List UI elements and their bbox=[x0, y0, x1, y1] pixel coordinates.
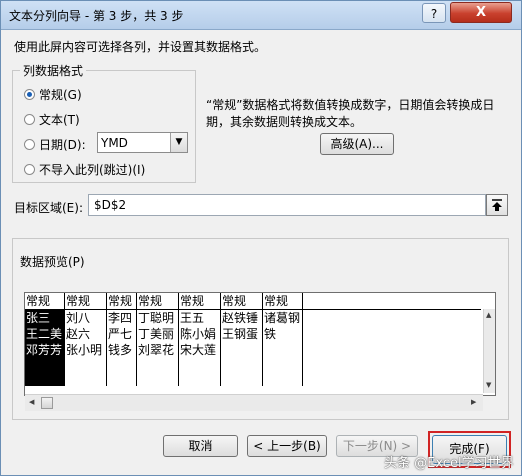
preview-cell: 王五 bbox=[180, 311, 205, 325]
destination-input[interactable]: $D$2 bbox=[88, 194, 486, 216]
preview-cell: 严七 bbox=[108, 327, 133, 341]
scroll-left-icon[interactable]: ◀ bbox=[29, 398, 34, 406]
preview-cell: 李四 bbox=[108, 311, 133, 325]
format-description: “常规”数据格式将数值转换成数字，日期值会转换成日期，其余数据则转换成文本。 bbox=[206, 98, 495, 129]
preview-column-header[interactable]: 常规 bbox=[221, 293, 263, 309]
help-button[interactable]: ? bbox=[422, 3, 446, 23]
preview-column-header[interactable]: 常规 bbox=[107, 293, 137, 309]
radio-general-indicator[interactable] bbox=[24, 89, 35, 100]
radio-skip[interactable]: 不导入此列(跳过)(I) bbox=[24, 161, 145, 178]
scroll-up-icon[interactable]: ▲ bbox=[486, 311, 491, 319]
watermark: 头条 @Excel学习世界 bbox=[384, 456, 514, 471]
destination-value: $D$2 bbox=[94, 198, 127, 212]
instruction-text: 使用此屏内容可选择各列，并设置其数据格式。 bbox=[14, 40, 267, 54]
radio-text-label[interactable]: 文本(T) bbox=[39, 111, 80, 128]
preview-cell: 赵六 bbox=[66, 327, 91, 341]
preview-cell: 诸葛钢铁 bbox=[264, 311, 301, 341]
chevron-down-icon[interactable]: ▼ bbox=[170, 133, 187, 152]
preview-column[interactable]: 赵铁锤 王钢蛋 bbox=[221, 310, 263, 386]
date-format-select[interactable]: YMD ▼ bbox=[97, 132, 188, 153]
preview-cell: 丁美丽 bbox=[138, 327, 175, 341]
radio-skip-indicator[interactable] bbox=[24, 164, 35, 175]
window-title: 文本分列向导 - 第 3 步，共 3 步 bbox=[9, 9, 184, 23]
preview-column[interactable]: 刘八 赵六 张小明 bbox=[65, 310, 107, 386]
preview-cell: 赵铁锤 bbox=[222, 311, 259, 325]
cancel-button[interactable]: 取消 bbox=[163, 435, 238, 457]
scroll-right-icon[interactable]: ▶ bbox=[471, 398, 476, 406]
collapse-dialog-button[interactable] bbox=[486, 194, 508, 216]
preview-header: 常规 常规 常规 常规 常规 常规 常规 bbox=[25, 293, 481, 310]
preview-column[interactable]: 王五 陈小娟 宋大莲 bbox=[179, 310, 221, 386]
scroll-down-icon[interactable]: ▼ bbox=[486, 381, 491, 389]
date-format-value: YMD bbox=[101, 136, 128, 150]
preview-cell bbox=[222, 342, 262, 358]
data-preview[interactable]: 常规 常规 常规 常规 常规 常规 常规 张三 王二美 邓芳芳 刘八 赵六 张小明 李四 严七 钱多 丁聪明丁… bbox=[24, 292, 496, 396]
preview-column-header[interactable]: 常规 bbox=[179, 293, 221, 309]
radio-date-indicator[interactable] bbox=[24, 139, 35, 150]
horizontal-scrollbar[interactable]: ◀ ▶ bbox=[25, 394, 483, 411]
preview-column[interactable]: 诸葛钢铁 bbox=[263, 310, 303, 386]
radio-date[interactable]: 日期(D): bbox=[24, 136, 86, 153]
preview-cell: 宋大莲 bbox=[180, 343, 217, 357]
radio-date-label[interactable]: 日期(D): bbox=[39, 136, 86, 153]
preview-cell: 刘翠花 bbox=[138, 343, 175, 357]
preview-cell: 邓芳芳 bbox=[26, 343, 63, 357]
preview-cell: 刘八 bbox=[66, 311, 91, 325]
preview-cell: 王二美 bbox=[26, 327, 63, 341]
preview-cell bbox=[264, 342, 302, 358]
horizontal-scroll-thumb[interactable] bbox=[41, 397, 53, 409]
vertical-scrollbar[interactable]: ▲ ▼ bbox=[483, 309, 495, 393]
preview-cell: 张小明 bbox=[66, 343, 103, 357]
preview-column[interactable]: 李四 严七 钱多 bbox=[107, 310, 137, 386]
preview-cell: 王钢蛋 bbox=[222, 327, 259, 341]
radio-general[interactable]: 常规(G) bbox=[24, 86, 82, 103]
advanced-button[interactable]: 高级(A)... bbox=[320, 133, 394, 155]
radio-text-indicator[interactable] bbox=[24, 114, 35, 125]
destination-label: 目标区域(E): bbox=[14, 201, 83, 215]
title-bar[interactable]: 文本分列向导 - 第 3 步，共 3 步 ? X bbox=[1, 1, 521, 30]
preview-cell: 张三 bbox=[26, 311, 51, 325]
preview-column[interactable]: 丁聪明 丁美丽 刘翠花 bbox=[137, 310, 179, 386]
back-button[interactable]: < 上一步(B) bbox=[247, 435, 327, 457]
preview-column-header[interactable]: 常规 bbox=[137, 293, 179, 309]
radio-skip-label[interactable]: 不导入此列(跳过)(I) bbox=[39, 161, 145, 178]
column-format-label: 列数据格式 bbox=[20, 62, 87, 79]
preview-label: 数据预览(P) bbox=[20, 255, 85, 269]
preview-cell: 陈小娟 bbox=[180, 327, 217, 341]
preview-cell: 丁聪明 bbox=[138, 311, 175, 325]
radio-general-label[interactable]: 常规(G) bbox=[39, 86, 82, 103]
preview-cell: 钱多 bbox=[108, 343, 133, 357]
close-button[interactable]: X bbox=[450, 2, 512, 23]
preview-column-header[interactable]: 常规 bbox=[25, 293, 65, 309]
preview-column-header[interactable]: 常规 bbox=[263, 293, 303, 309]
radio-text[interactable]: 文本(T) bbox=[24, 111, 80, 128]
preview-column[interactable]: 张三 王二美 邓芳芳 bbox=[25, 310, 65, 386]
preview-column-header[interactable]: 常规 bbox=[65, 293, 107, 309]
collapse-arrow-icon bbox=[492, 199, 502, 211]
